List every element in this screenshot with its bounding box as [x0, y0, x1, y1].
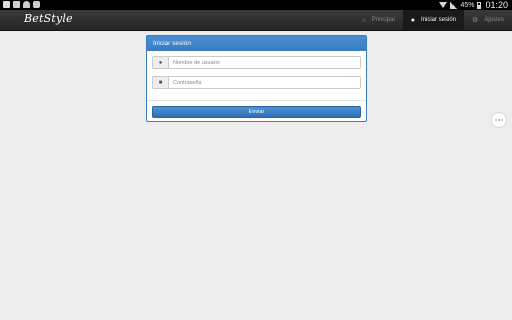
wifi-icon: [439, 2, 448, 8]
status-bar: 45% 01:20: [0, 0, 512, 10]
nav-item-principal[interactable]: ⌂ Principal: [354, 10, 403, 30]
system-icons: 45% 01:20: [439, 0, 508, 10]
dot-icon: [501, 119, 503, 121]
dot-icon: [495, 119, 497, 121]
user-icon: ●: [153, 57, 169, 68]
nav-item-ajustes[interactable]: ⚙ Ajustes: [464, 10, 512, 30]
home-icon: ⌂: [361, 16, 366, 24]
clock: 01:20: [485, 0, 508, 10]
battery-percent: 45%: [460, 1, 475, 9]
battery-icon: [477, 1, 482, 9]
gear-icon: ⚙: [472, 16, 479, 24]
notification-icons: [3, 1, 40, 8]
camera-icon: [33, 1, 40, 8]
login-panel: Iniciar sesión ● ■ Enviar: [146, 35, 367, 122]
lock-icon: ■: [153, 77, 169, 88]
floating-menu-handle[interactable]: [491, 112, 507, 128]
cloud-icon: [23, 1, 30, 8]
nav-item-label: Principal: [371, 17, 395, 23]
nav-item-label: Ajustes: [484, 17, 504, 23]
user-icon: ●: [410, 16, 416, 24]
facebook-icon: [3, 1, 10, 8]
app-logo[interactable]: BetStyle: [24, 12, 73, 25]
username-input[interactable]: [169, 57, 360, 68]
submit-button[interactable]: Enviar: [152, 106, 361, 118]
password-input[interactable]: [169, 77, 360, 88]
login-panel-title: Iniciar sesión: [147, 36, 366, 51]
nav-menu: ⌂ Principal ● Iniciar sesión ⚙ Ajustes: [354, 10, 512, 30]
nav-item-label: Iniciar sesión: [421, 17, 457, 23]
password-field: ■: [152, 76, 361, 89]
app-navbar: BetStyle ⌂ Principal ● Iniciar sesión ⚙ …: [0, 10, 512, 31]
signal-icon: [450, 1, 458, 9]
nav-item-iniciar-sesion[interactable]: ● Iniciar sesión: [402, 10, 465, 30]
username-field: ●: [152, 56, 361, 69]
form-divider: [147, 100, 366, 101]
gallery-icon: [13, 1, 20, 8]
dot-icon: [498, 119, 500, 121]
